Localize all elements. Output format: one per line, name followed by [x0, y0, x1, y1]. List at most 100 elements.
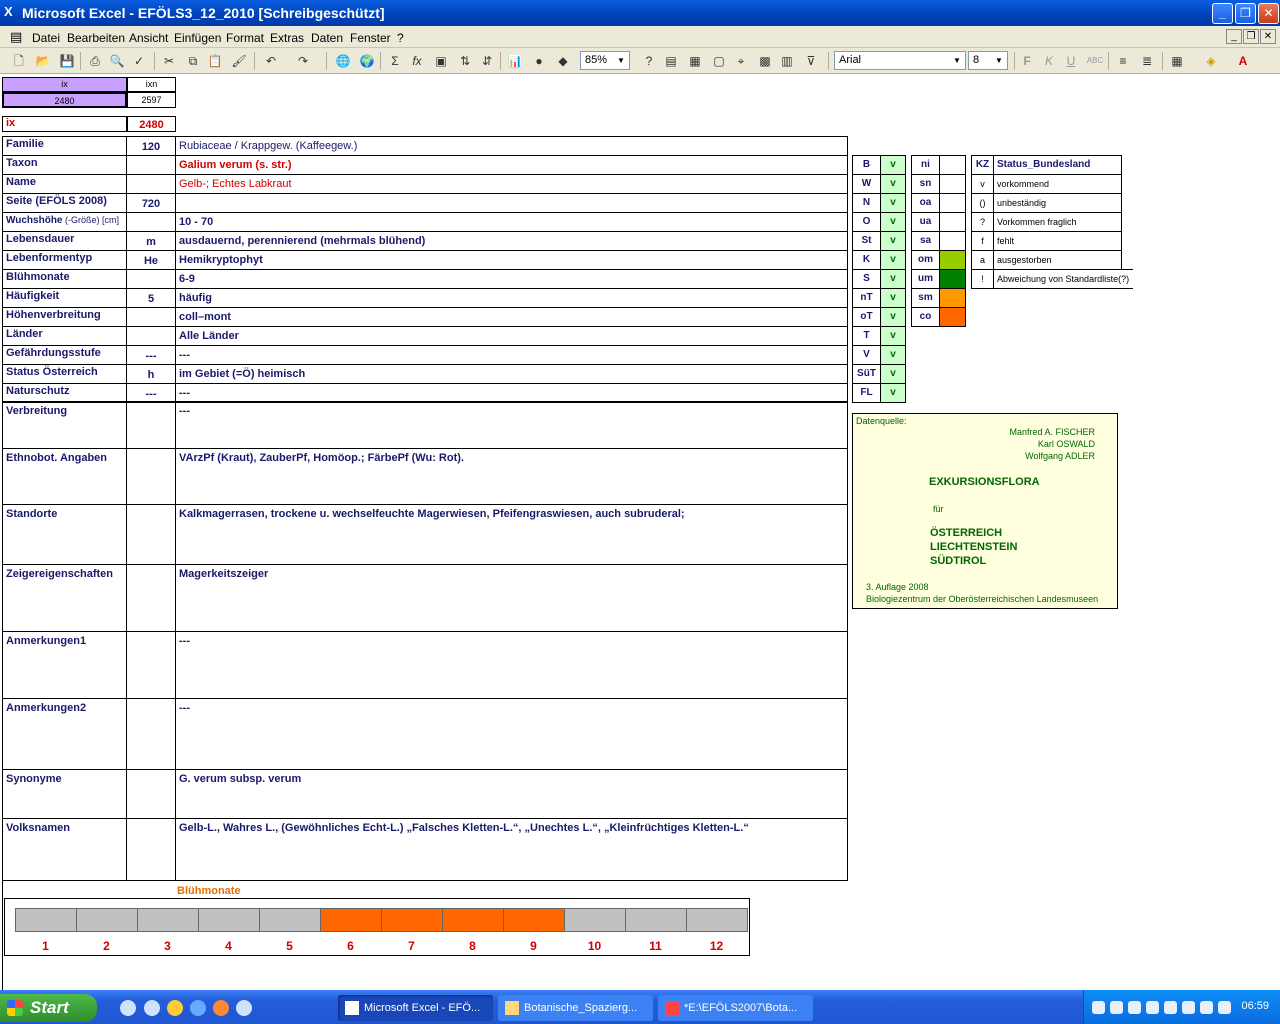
altitude-color-cell[interactable] [939, 231, 966, 251]
text-row-value[interactable]: G. verum subsp. verum [175, 769, 848, 819]
altitude-color-cell[interactable] [939, 174, 966, 194]
cut-icon[interactable]: ✂ [160, 52, 178, 70]
italic-icon[interactable]: K [1040, 52, 1058, 70]
index-value-ix[interactable]: 2480 [2, 92, 127, 108]
sort-desc-icon[interactable]: ⇵ [478, 52, 496, 70]
row-value[interactable]: Rubiaceae / Krappgew. (Kaffeegew.) [175, 136, 848, 156]
row-label[interactable]: Höhenverbreitung [2, 307, 127, 327]
altitude-code[interactable]: sn [911, 174, 940, 194]
state-value[interactable]: v [880, 212, 906, 232]
row-label[interactable]: Lebenformentyp [2, 250, 127, 270]
task-excel[interactable]: Microsoft Excel - EFÖ... [338, 995, 493, 1021]
row-label[interactable]: Name [2, 174, 127, 194]
menu-bearbeiten[interactable]: Bearbeiten [67, 31, 125, 45]
print-icon[interactable]: ⎙ [86, 52, 104, 70]
redo-icon[interactable]: ↷ [294, 52, 312, 70]
row-code[interactable]: m [126, 231, 176, 251]
text-row-code[interactable] [126, 698, 176, 770]
task-editor[interactable]: *E:\EFÖLS2007\Bota... [658, 995, 813, 1021]
legend-key[interactable]: a [971, 250, 994, 270]
shield-icon[interactable] [1164, 1001, 1177, 1014]
ix-label[interactable]: ix [2, 116, 127, 132]
text-row-label[interactable]: Anmerkungen1 [2, 631, 127, 699]
row-value[interactable]: Galium verum (s. str.) [175, 155, 848, 175]
control-icon[interactable]: ▦ [686, 52, 704, 70]
menu-format[interactable]: Format [226, 31, 264, 45]
altitude-color-cell[interactable] [939, 212, 966, 232]
legend-text[interactable]: Abweichung von Standardliste(?) [993, 269, 1133, 289]
state-code[interactable]: W [852, 174, 881, 194]
ie-icon[interactable] [190, 1000, 206, 1016]
state-code[interactable]: B [852, 155, 881, 175]
excel-app-icon[interactable]: X [4, 5, 18, 19]
state-value[interactable]: v [880, 383, 906, 403]
volume-icon[interactable] [1218, 1001, 1231, 1014]
close-button[interactable]: ✕ [1258, 3, 1279, 24]
row-code[interactable]: h [126, 364, 176, 384]
altitude-color-cell[interactable] [939, 288, 966, 308]
doc-restore-button[interactable]: ❐ [1243, 29, 1259, 44]
row-code[interactable] [126, 307, 176, 327]
row-value[interactable]: Hemikryptophyt [175, 250, 848, 270]
fill-color-icon[interactable]: ◈ [1202, 52, 1220, 70]
state-value[interactable]: v [880, 288, 906, 308]
state-code[interactable]: FL [852, 383, 881, 403]
menu-help[interactable]: ? [397, 31, 404, 45]
row-value[interactable]: Alle Länder [175, 326, 848, 346]
altitude-code[interactable]: um [911, 269, 940, 289]
row-value[interactable]: im Gebiet (=Ö) heimisch [175, 364, 848, 384]
state-code[interactable]: nT [852, 288, 881, 308]
drawing-icon[interactable]: ◆ [554, 52, 572, 70]
row-value[interactable]: --- [175, 345, 848, 365]
altitude-code[interactable]: om [911, 250, 940, 270]
menu-daten[interactable]: Daten [311, 31, 343, 45]
font-size-select[interactable]: 8 ▼ [968, 51, 1008, 70]
legend-text[interactable]: Status_Bundesland [993, 155, 1122, 175]
sort-asc-icon[interactable]: ⇅ [456, 52, 474, 70]
altitude-color-cell[interactable] [939, 250, 966, 270]
new-icon[interactable]: 🗋 [10, 52, 28, 70]
legend-key[interactable]: f [971, 231, 994, 251]
row-value[interactable]: --- [175, 383, 848, 403]
state-value[interactable]: v [880, 345, 906, 365]
legend-key[interactable]: () [971, 193, 994, 213]
network-icon[interactable] [1092, 1001, 1105, 1014]
text-row-label[interactable]: Volksnamen [2, 818, 127, 881]
quicklaunch-icon-6[interactable] [236, 1000, 252, 1016]
worksheet[interactable]: ix ixn 2480 2597 ix 2480 Familie 120 Rubia… [0, 75, 1280, 990]
altitude-color-cell[interactable] [939, 269, 966, 289]
row-value[interactable]: häufig [175, 288, 848, 308]
row-label[interactable]: Taxon [2, 155, 127, 175]
row-code[interactable] [126, 269, 176, 289]
hyperlink-icon[interactable]: 🌐 [334, 52, 352, 70]
legend-text[interactable]: unbeständig [993, 193, 1122, 213]
underline-icon[interactable]: U [1062, 52, 1080, 70]
row-value[interactable]: coll–mont [175, 307, 848, 327]
altitude-code[interactable]: co [911, 307, 940, 327]
text-row-code[interactable] [126, 504, 176, 565]
text-row-code[interactable] [126, 564, 176, 632]
row-code[interactable]: 120 [126, 136, 176, 156]
state-value[interactable]: v [880, 174, 906, 194]
chart-icon[interactable]: 📊 [506, 52, 524, 70]
state-code[interactable]: O [852, 212, 881, 232]
help-icon[interactable]: ? [640, 52, 658, 70]
legend-text[interactable]: vorkommend [993, 174, 1122, 194]
row-code[interactable]: --- [126, 345, 176, 365]
state-code[interactable]: St [852, 231, 881, 251]
row-label[interactable]: Häufigkeit [2, 288, 127, 308]
menu-datei[interactable]: Datei [32, 31, 60, 45]
text-row-value[interactable]: --- [175, 401, 848, 449]
state-value[interactable]: v [880, 155, 906, 175]
text-row-label[interactable]: Ethnobot. Angaben [2, 448, 127, 505]
state-value[interactable]: v [880, 364, 906, 384]
row-label[interactable]: Status Österreich [2, 364, 127, 384]
altitude-color-cell[interactable] [939, 155, 966, 175]
text-row-label[interactable]: Zeigereigenschaften [2, 564, 127, 632]
bold-icon[interactable]: F [1018, 52, 1036, 70]
altitude-code[interactable]: ni [911, 155, 940, 175]
text-row-value[interactable]: --- [175, 631, 848, 699]
tray-icon-2[interactable] [1110, 1001, 1123, 1014]
row-value[interactable]: 6-9 [175, 269, 848, 289]
row-label[interactable]: Länder [2, 326, 127, 346]
